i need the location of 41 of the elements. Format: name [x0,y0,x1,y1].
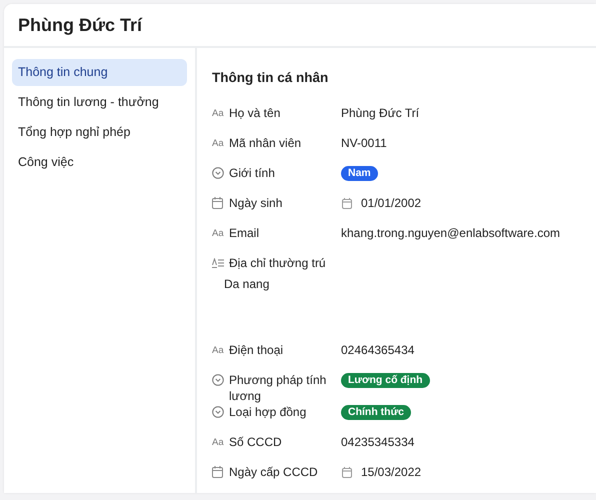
field-label: Ngày cấp CCCD [229,464,319,480]
dropdown-icon [212,167,224,179]
field-value: khang.trong.nguyen@enlabsoftware.com [341,226,560,240]
tag: Lương cố định [341,372,430,388]
dropdown-icon [212,374,224,386]
field-value: Da nang [224,277,270,291]
field-value: 15/03/2022 [361,465,422,479]
dropdown-icon [212,406,224,418]
sidebar-item[interactable]: Tổng hợp nghỉ phép [12,119,187,146]
text-field-icon: Aa [212,436,224,448]
field-value: 01/01/2002 [361,196,422,210]
field-label: Phương pháp tính lương [229,372,328,404]
field-value: NV-0011 [341,136,387,150]
field-label: Giới tính [229,165,276,181]
calendar-icon [212,466,223,478]
calendar-icon [342,466,352,478]
field-label: Ngày sinh [229,195,284,211]
field-value: 02464365434 [341,343,414,357]
field-value: 04235345334 [341,435,414,449]
field-label: Mã nhân viên [229,135,302,151]
text-field-icon: Aa [212,138,224,148]
field-label: Loại hợp đồng [229,404,308,420]
sidebar-item[interactable]: Thông tin chung [12,59,187,86]
field-label: Họ và tên [229,105,282,121]
field-label: Email [229,225,260,241]
calendar-icon [342,198,352,208]
sidebar-item[interactable]: Thông tin lương - thưởng [12,89,187,116]
text-field-icon: Aa [212,228,224,238]
long-text-icon [212,258,224,268]
field-value: Phùng Đức Trí [341,106,420,120]
field-label: Điện thoại [229,342,284,358]
text-field-icon: Aa [212,344,224,356]
page-title: Phùng Đức Trí [18,14,142,36]
tag: Chính thức [341,404,412,420]
text-field-icon: Aa [212,108,224,118]
calendar-icon [212,197,223,209]
tag: Nam [341,166,378,180]
field-label: Số CCCD [229,434,283,450]
field-label: Địa chỉ thường trú [229,255,327,271]
sidebar-item[interactable]: Công việc [12,149,187,176]
section-title: Thông tin cá nhân [212,70,330,85]
